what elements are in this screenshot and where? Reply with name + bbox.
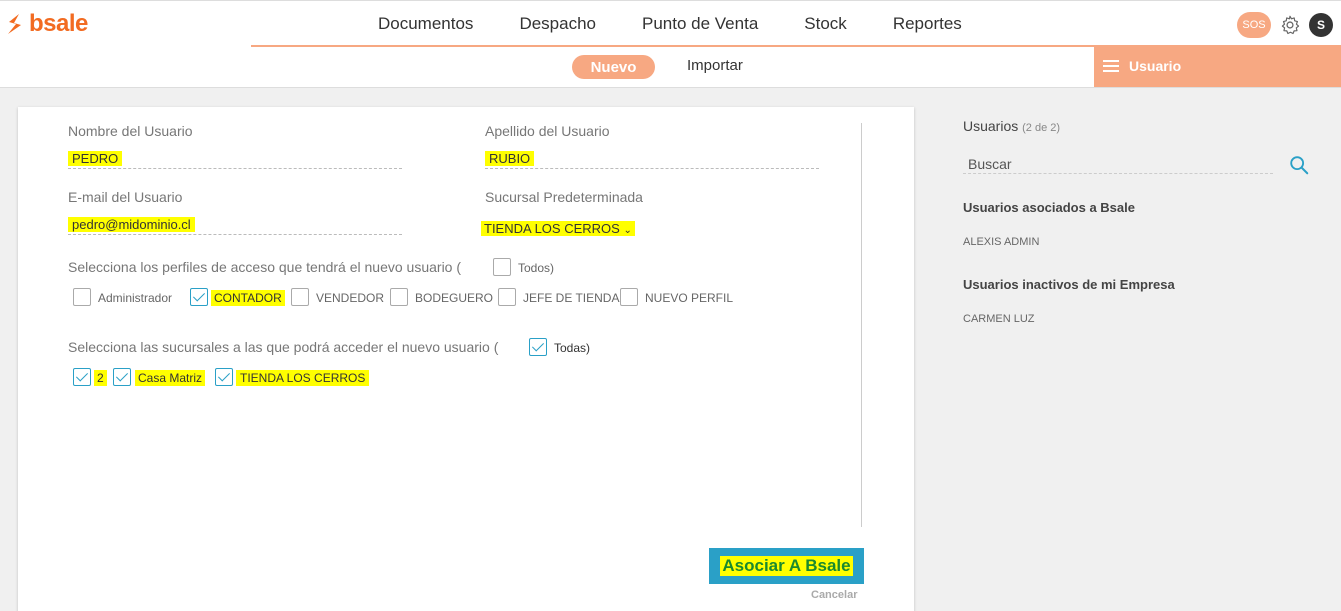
tab-nuevo[interactable]: Nuevo (572, 55, 655, 79)
usuario-menu-tab[interactable]: Usuario (1094, 45, 1341, 87)
inactivos-heading: Usuarios inactivos de mi Empresa (963, 277, 1175, 292)
nav-item-stock[interactable]: Stock (804, 14, 847, 34)
bsale-logo-icon (8, 14, 21, 34)
perfil-label: NUEVO PERFIL (645, 291, 734, 305)
sucursal-tienda-los-cerros-checkbox[interactable] (215, 368, 233, 386)
nav-item-documentos[interactable]: Documentos (378, 14, 473, 34)
perfiles-todos-checkbox[interactable] (493, 258, 511, 276)
sucursal-label: 2 (94, 370, 107, 386)
perfil-contador-checkbox[interactable] (190, 288, 208, 306)
chevron-down-icon: ⌄ (623, 225, 632, 236)
apellido-value: RUBIO (485, 151, 535, 166)
perfil-label: BODEGUERO (415, 291, 494, 305)
asociar-button-label: Asociar A Bsale (720, 556, 853, 576)
perfil-bodeguero-checkbox[interactable] (390, 288, 408, 306)
apellido-field[interactable]: RUBIO (485, 151, 535, 166)
nombre-value: PEDRO (68, 151, 123, 166)
sucursal-select[interactable]: TIENDA LOS CERROS ⌄ (481, 221, 635, 236)
card-divider (861, 123, 862, 527)
tab-importar[interactable]: Importar (687, 57, 743, 74)
sos-button[interactable]: SOS (1237, 12, 1271, 38)
top-bar: bsale Documentos Despacho Punto de Venta… (0, 0, 1341, 45)
user-form-card: Nombre del Usuario PEDRO Apellido del Us… (18, 107, 914, 611)
perfil-administrador-checkbox[interactable] (73, 288, 91, 306)
bsale-logo[interactable]: bsale (5, 10, 88, 38)
email-label: E-mail del Usuario (68, 189, 183, 205)
list-item[interactable]: CARMEN LUZ (963, 313, 1035, 325)
sucursal-value: TIENDA LOS CERROS (484, 221, 620, 236)
panel-title: Usuarios (2 de 2) (963, 118, 1060, 134)
sucursales-todas-label: Todas) (554, 341, 591, 355)
gear-icon[interactable] (1279, 14, 1301, 36)
nombre-label: Nombre del Usuario (68, 123, 193, 139)
hamburger-icon (1103, 60, 1119, 72)
perfil-vendedor-checkbox[interactable] (291, 288, 309, 306)
sub-bar-accent-line (251, 45, 1094, 47)
nav-item-reportes[interactable]: Reportes (893, 14, 962, 34)
apellido-underline (485, 168, 819, 169)
perfil-jefe-de-tienda-checkbox[interactable] (498, 288, 516, 306)
search-icon[interactable] (1288, 154, 1310, 176)
perfil-label: VENDEDOR (316, 291, 385, 305)
apellido-label: Apellido del Usuario (485, 123, 610, 139)
nav-item-punto-de-venta[interactable]: Punto de Venta (642, 14, 758, 34)
perfil-label: Administrador (98, 291, 173, 305)
search-input[interactable]: Buscar (963, 156, 1273, 174)
sub-bar: Nuevo Importar Usuario (0, 45, 1341, 88)
cancel-link[interactable]: Cancelar (811, 589, 857, 601)
perfiles-label: Selecciona los perfiles de acceso que te… (68, 259, 462, 275)
list-item[interactable]: ALEXIS ADMIN (963, 236, 1039, 248)
sucursales-todas-checkbox[interactable] (529, 338, 547, 356)
asociados-heading: Usuarios asociados a Bsale (963, 200, 1135, 215)
perfil-label: JEFE DE TIENDA (523, 291, 620, 305)
nav-item-despacho[interactable]: Despacho (519, 14, 596, 34)
sucursal-casa-matriz-checkbox[interactable] (113, 368, 131, 386)
sucursal-label: Casa Matriz (135, 370, 206, 386)
sucursales-label: Selecciona las sucursales a las que podr… (68, 339, 499, 355)
email-value: pedro@midominio.cl (68, 217, 195, 232)
top-right-controls: SOS S (1237, 12, 1333, 38)
avatar[interactable]: S (1309, 13, 1333, 37)
usuario-tab-label: Usuario (1129, 58, 1182, 74)
email-field[interactable]: pedro@midominio.cl (68, 217, 195, 232)
asociar-button[interactable]: Asociar A Bsale (709, 548, 864, 584)
sucursal-label: Sucursal Predeterminada (485, 189, 643, 205)
panel-title-text: Usuarios (963, 118, 1019, 134)
perfiles-todos-label: Todos) (518, 261, 555, 275)
sucursal-2-checkbox[interactable] (73, 368, 91, 386)
logo-text: bsale (29, 10, 88, 37)
nombre-field[interactable]: PEDRO (68, 151, 123, 166)
panel-count: (2 de 2) (1022, 122, 1061, 134)
perfil-nuevo-perfil-checkbox[interactable] (620, 288, 638, 306)
nombre-underline (68, 168, 402, 169)
perfil-label: CONTADOR (211, 290, 285, 306)
main-nav: Documentos Despacho Punto de Venta Stock… (355, 1, 985, 46)
email-underline (68, 234, 402, 235)
sucursal-label: TIENDA LOS CERROS (236, 370, 370, 386)
